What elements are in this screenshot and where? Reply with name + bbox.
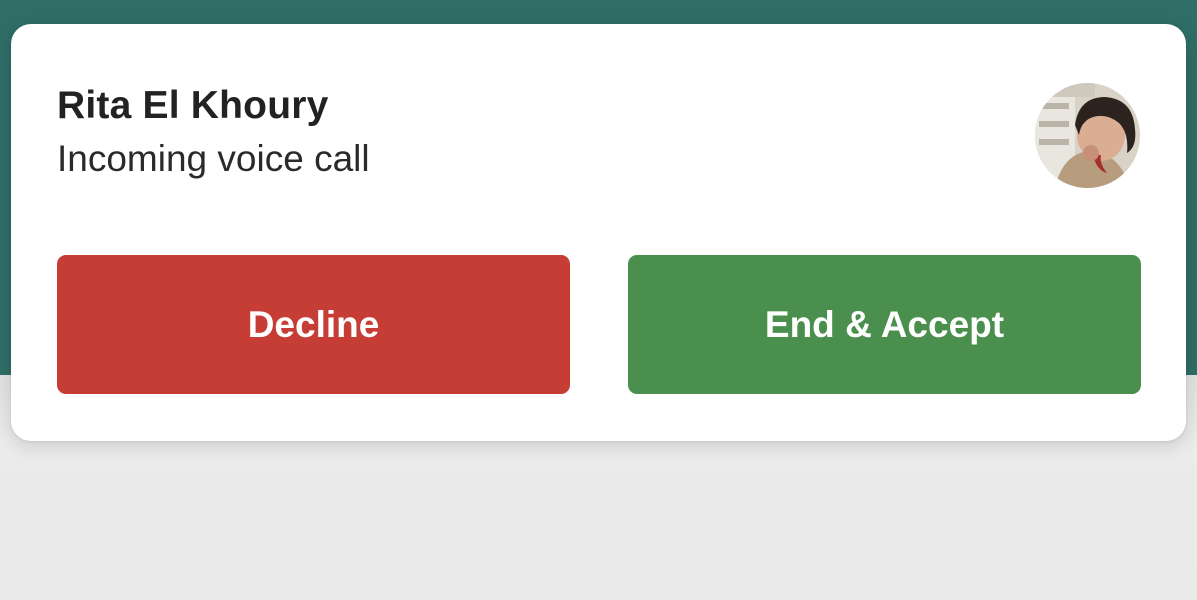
caller-avatar-image [1035, 83, 1140, 188]
end-and-accept-button[interactable]: End & Accept [628, 255, 1141, 394]
decline-button[interactable]: Decline [57, 255, 570, 394]
caller-avatar [1035, 83, 1140, 188]
caller-name: Rita El Khoury [57, 84, 329, 127]
incoming-call-card: Rita El Khoury Incoming voice call Decli… [11, 24, 1186, 441]
screen: Rita El Khoury Incoming voice call Decli… [0, 0, 1197, 600]
call-status: Incoming voice call [57, 138, 370, 179]
